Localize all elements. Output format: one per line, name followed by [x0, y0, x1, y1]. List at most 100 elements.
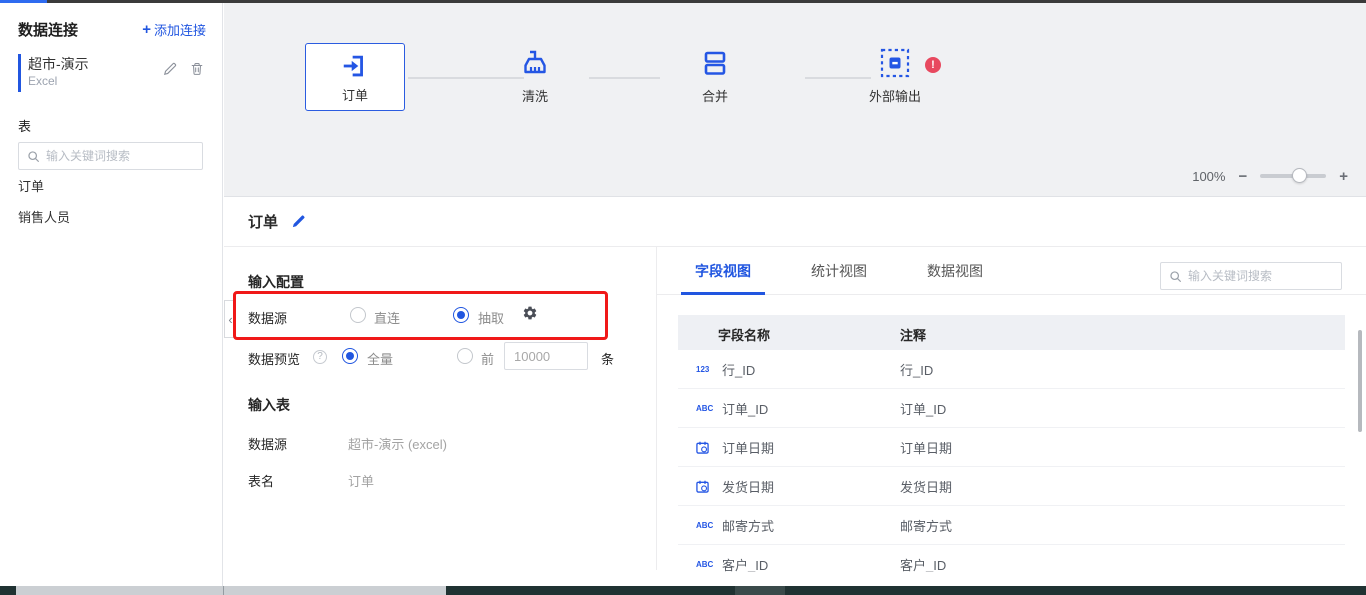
input-config-panel: ‹ 输入配置 数据源 直连 抽取 数据预览 ? 全量 前 条 输入表 数据源 超…	[224, 247, 656, 586]
radio-direct-label[interactable]: 直连	[374, 308, 400, 327]
horizontal-scrollbar[interactable]	[0, 586, 1366, 595]
horizontal-scrollbar-thumb[interactable]	[16, 586, 446, 595]
edit-icon[interactable]	[163, 62, 177, 76]
zoom-slider[interactable]	[1260, 174, 1326, 178]
connection-name: 超市-演示	[28, 54, 89, 74]
tables-section-label: 表	[18, 116, 31, 135]
table-row[interactable]: 123 行_ID 行_ID	[678, 350, 1345, 389]
zoom-out-button[interactable]: −	[1238, 169, 1247, 184]
editor-header: 订单	[224, 197, 1366, 247]
connection-actions	[163, 62, 204, 76]
field-name: 订单_ID	[722, 399, 900, 418]
column-header-comment: 注释	[900, 325, 926, 344]
error-badge-icon[interactable]: !	[925, 57, 941, 73]
flow-node-label: 订单	[342, 85, 368, 104]
field-comment: 发货日期	[900, 477, 952, 496]
date-type-icon	[696, 441, 709, 454]
highlight-rectangle	[233, 291, 608, 340]
zoom-in-button[interactable]: +	[1339, 169, 1348, 184]
field-comment: 客户_ID	[900, 555, 946, 573]
field-comment: 邮寄方式	[900, 516, 952, 535]
active-indicator	[18, 54, 21, 92]
input-config-title: 输入配置	[248, 272, 304, 292]
flow-node-label: 清洗	[522, 86, 548, 105]
field-comment: 行_ID	[900, 360, 933, 379]
fields-search-box[interactable]	[1160, 262, 1342, 290]
field-comment: 订单日期	[900, 438, 952, 457]
flow-node-output[interactable]: 外部输出	[855, 47, 935, 105]
external-output-icon	[879, 47, 911, 79]
horizontal-scrollbar-segment	[735, 586, 785, 595]
radio-full-label[interactable]: 全量	[367, 349, 393, 368]
flow-node-merge[interactable]: 合并	[675, 47, 755, 105]
connection-type: Excel	[28, 74, 57, 88]
flow-node-label: 合并	[702, 86, 728, 105]
table-row[interactable]: 发货日期 发货日期	[678, 467, 1345, 506]
collapse-panel-button[interactable]: ‹	[224, 300, 236, 338]
table-name-value: 订单	[348, 471, 374, 490]
number-type-icon: 123	[696, 365, 709, 374]
tab-data-view[interactable]: 数据视图	[913, 247, 997, 295]
add-connection-label: 添加连接	[154, 20, 206, 39]
connection-item[interactable]: 超市-演示 Excel	[18, 53, 206, 93]
string-type-icon: ABC	[696, 404, 713, 413]
zoom-level: 100%	[1192, 169, 1225, 184]
radio-extract[interactable]	[453, 307, 469, 323]
rename-icon[interactable]	[291, 214, 306, 229]
search-icon	[27, 150, 40, 163]
view-tabs: 字段视图 统计视图 数据视图	[681, 247, 997, 295]
sidebar-search-box[interactable]	[18, 142, 203, 170]
search-icon	[1169, 270, 1182, 283]
help-icon[interactable]: ?	[313, 350, 327, 364]
field-name: 邮寄方式	[722, 516, 900, 535]
import-icon	[340, 51, 370, 81]
chevron-left-icon: ‹	[228, 312, 232, 327]
tabs-row: 字段视图 统计视图 数据视图	[657, 247, 1366, 295]
zoom-slider-knob[interactable]	[1292, 168, 1307, 183]
radio-direct-connect[interactable]	[350, 307, 366, 323]
table-header: 字段名称 注释	[678, 315, 1345, 350]
tab-field-view[interactable]: 字段视图	[681, 247, 765, 295]
flow-node-label: 外部输出	[869, 86, 921, 105]
field-name: 行_ID	[722, 360, 900, 379]
fields-search-input[interactable]	[1188, 269, 1333, 283]
app-window: 数据连接 + 添加连接 超市-演示 Excel 表 订单 销售人员	[0, 0, 1366, 595]
field-name: 发货日期	[722, 477, 900, 496]
flow-canvas[interactable]: 订单 清洗 合并 外部输出 ! 100% − +	[224, 3, 1366, 197]
merge-icon	[699, 47, 731, 79]
sidebar-table-item-sales[interactable]: 销售人员	[18, 206, 203, 230]
flow-connector	[589, 77, 660, 79]
gear-icon[interactable]	[522, 305, 538, 321]
add-connection-button[interactable]: + 添加连接	[142, 20, 206, 39]
fields-panel: 字段视图 统计视图 数据视图 字段名称 注释 123 行_ID 行_ID ABC…	[657, 247, 1366, 586]
zoom-control: 100% − +	[1192, 166, 1348, 186]
table-row[interactable]: ABC 客户_ID 客户_ID	[678, 545, 1345, 572]
flow-node-clean[interactable]: 清洗	[495, 47, 575, 105]
field-name: 订单日期	[722, 438, 900, 457]
radio-full-amount[interactable]	[342, 348, 358, 364]
radio-extract-label[interactable]: 抽取	[478, 308, 504, 327]
tab-stats-view[interactable]: 统计视图	[797, 247, 881, 295]
delete-icon[interactable]	[190, 62, 204, 76]
table-row[interactable]: ABC 邮寄方式 邮寄方式	[678, 506, 1345, 545]
broom-icon	[519, 47, 551, 79]
flow-node-input-selected[interactable]: 订单	[305, 43, 405, 111]
string-type-icon: ABC	[696, 521, 713, 530]
sidebar: 数据连接 + 添加连接 超市-演示 Excel 表 订单 销售人员	[0, 3, 223, 586]
row-limit-input[interactable]	[504, 342, 588, 370]
plus-icon: +	[142, 22, 151, 37]
vertical-scrollbar[interactable]	[1358, 330, 1362, 432]
sidebar-search-input[interactable]	[46, 149, 194, 163]
sidebar-table-item-orders[interactable]: 订单	[18, 175, 203, 199]
preview-label: 数据预览	[248, 349, 300, 368]
fields-table-body: 123 行_ID 行_ID ABC 订单_ID 订单_ID 订单日期 订单日期 …	[678, 350, 1345, 572]
table-datasource-value: 超市-演示 (excel)	[348, 434, 447, 453]
table-name-label: 表名	[248, 471, 274, 490]
table-row[interactable]: 订单日期 订单日期	[678, 428, 1345, 467]
sidebar-title: 数据连接	[18, 19, 78, 40]
radio-first-n[interactable]	[457, 348, 473, 364]
table-row[interactable]: ABC 订单_ID 订单_ID	[678, 389, 1345, 428]
radio-first-label[interactable]: 前	[481, 349, 494, 368]
limit-unit-label: 条	[601, 349, 614, 368]
input-table-title: 输入表	[248, 395, 290, 415]
